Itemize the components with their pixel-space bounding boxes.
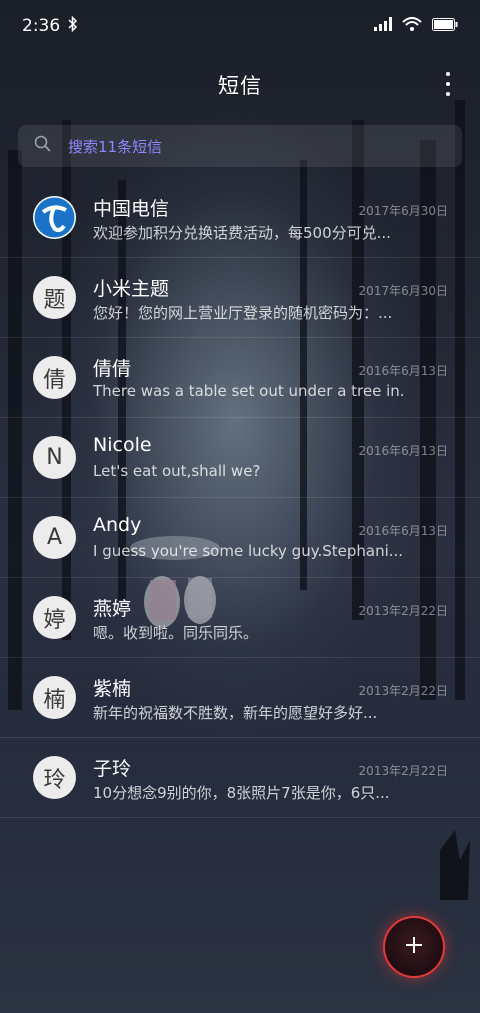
conversation-row[interactable]: 题 小米主题 2017年6月30日 您好！您的网上营业厅登录的随机密码为：... — [0, 258, 480, 338]
battery-icon — [432, 16, 458, 36]
message-preview: 您好！您的网上营业厅登录的随机密码为：... — [93, 304, 393, 322]
avatar: 楠 — [33, 676, 76, 719]
contact-name: 紫楠 — [93, 678, 132, 700]
conversation-row[interactable]: 玲 子玲 2013年2月22日 10分想念9别的你，8张照片7张是你，6只... — [0, 738, 480, 818]
page-title: 短信 — [218, 74, 262, 98]
more-options-icon[interactable] — [440, 72, 456, 96]
message-preview: I guess you're some lucky guy.Stephani..… — [93, 542, 403, 560]
status-time: 2:36 — [22, 16, 61, 36]
message-preview: 新年的祝福数不胜数，新年的愿望好多好... — [93, 704, 378, 722]
message-preview: 欢迎参加积分兑换话费活动，每500分可兑... — [93, 224, 391, 242]
message-preview: 嗯。收到啦。同乐同乐。 — [93, 624, 259, 642]
message-date: 2013年2月22日 — [358, 764, 448, 778]
message-date: 2017年6月30日 — [358, 204, 448, 218]
contact-name: 燕婷 — [93, 598, 132, 620]
contact-name: Nicole — [93, 434, 152, 456]
conversation-row[interactable]: 婷 燕婷 2013年2月22日 嗯。收到啦。同乐同乐。 — [0, 578, 480, 658]
message-date: 2013年2月22日 — [358, 604, 448, 618]
contact-name: 子玲 — [93, 758, 132, 780]
wifi-icon — [402, 16, 422, 36]
new-message-button[interactable] — [383, 916, 445, 978]
bluetooth-icon — [68, 15, 78, 37]
message-date: 2017年6月30日 — [358, 284, 448, 298]
status-bar: 2:36 — [0, 0, 480, 52]
conversation-list: 中国电信 2017年6月30日 欢迎参加积分兑换话费活动，每500分可兑... … — [0, 178, 480, 818]
conversation-row[interactable]: 楠 紫楠 2013年2月22日 新年的祝福数不胜数，新年的愿望好多好... — [0, 658, 480, 738]
message-date: 2016年6月13日 — [358, 444, 448, 458]
search-icon — [34, 135, 52, 157]
app-bar: 短信 — [0, 58, 480, 110]
china-telecom-logo-icon — [33, 196, 76, 239]
plus-icon — [404, 935, 424, 959]
conversation-row[interactable]: N Nicole 2016年6月13日 Let's eat out,shall … — [0, 418, 480, 498]
contact-name: Andy — [93, 514, 142, 536]
avatar: 题 — [33, 276, 76, 319]
avatar: N — [33, 436, 76, 479]
contact-name: 中国电信 — [93, 198, 170, 220]
search-bar[interactable]: 搜索11条短信 — [18, 125, 462, 167]
avatar: 倩 — [33, 356, 76, 399]
contact-name: 小米主题 — [93, 278, 170, 300]
signal-icon — [374, 16, 392, 36]
message-preview: There was a table set out under a tree i… — [93, 382, 403, 400]
conversation-row[interactable]: 倩 倩倩 2016年6月13日 There was a table set ou… — [0, 338, 480, 418]
message-preview: 10分想念9别的你，8张照片7张是你，6只... — [93, 784, 390, 802]
conversation-row[interactable]: 中国电信 2017年6月30日 欢迎参加积分兑换话费活动，每500分可兑... — [0, 178, 480, 258]
avatar: 婷 — [33, 596, 76, 639]
avatar: 玲 — [33, 756, 76, 799]
message-date: 2016年6月13日 — [358, 524, 448, 538]
message-date: 2016年6月13日 — [358, 364, 448, 378]
contact-name: 倩倩 — [93, 358, 132, 380]
message-date: 2013年2月22日 — [358, 684, 448, 698]
search-placeholder[interactable]: 搜索11条短信 — [68, 136, 162, 157]
avatar: A — [33, 516, 76, 559]
message-preview: Let's eat out,shall we? — [93, 462, 261, 480]
conversation-row[interactable]: A Andy 2016年6月13日 I guess you're some lu… — [0, 498, 480, 578]
